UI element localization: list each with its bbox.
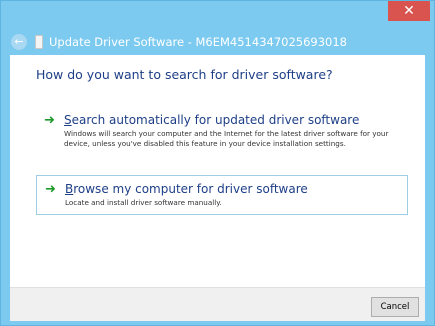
option-title-rest: rowse my computer for driver software: [73, 182, 308, 196]
option-title-rest: earch automatically for updated driver s…: [71, 113, 360, 127]
option-description: Locate and install driver software manua…: [65, 198, 222, 207]
green-arrow-icon: ➜: [44, 113, 55, 128]
page-heading: How do you want to search for driver sof…: [36, 67, 333, 82]
back-arrow-icon[interactable]: ←: [11, 34, 27, 50]
nav-row: ← Update Driver Software - M6EM451434702…: [11, 33, 347, 51]
update-driver-window: ✕ ← Update Driver Software - M6EM4514347…: [0, 0, 435, 326]
footer-bar: Cancel: [10, 287, 425, 321]
device-icon: [35, 35, 43, 49]
close-icon: ✕: [403, 3, 415, 19]
search-automatically-option[interactable]: ➜ Search automatically for updated drive…: [36, 107, 408, 161]
title-bar: ✕: [1, 1, 434, 29]
cancel-button[interactable]: Cancel: [371, 297, 419, 317]
option-title: Search automatically for updated driver …: [64, 113, 398, 127]
green-arrow-icon: ➜: [45, 182, 56, 197]
window-title: Update Driver Software - M6EM45143470256…: [49, 35, 347, 49]
browse-computer-option[interactable]: ➜ Browse my computer for driver software…: [36, 175, 408, 215]
close-button[interactable]: ✕: [388, 1, 430, 21]
option-description: Windows will search your computer and th…: [64, 129, 389, 148]
access-key-letter: S: [64, 113, 72, 127]
access-key-letter: B: [65, 182, 74, 196]
back-arrow-glyph: ←: [14, 35, 24, 48]
option-title: Browse my computer for driver software: [65, 182, 397, 196]
content-area: How do you want to search for driver sof…: [10, 55, 425, 287]
